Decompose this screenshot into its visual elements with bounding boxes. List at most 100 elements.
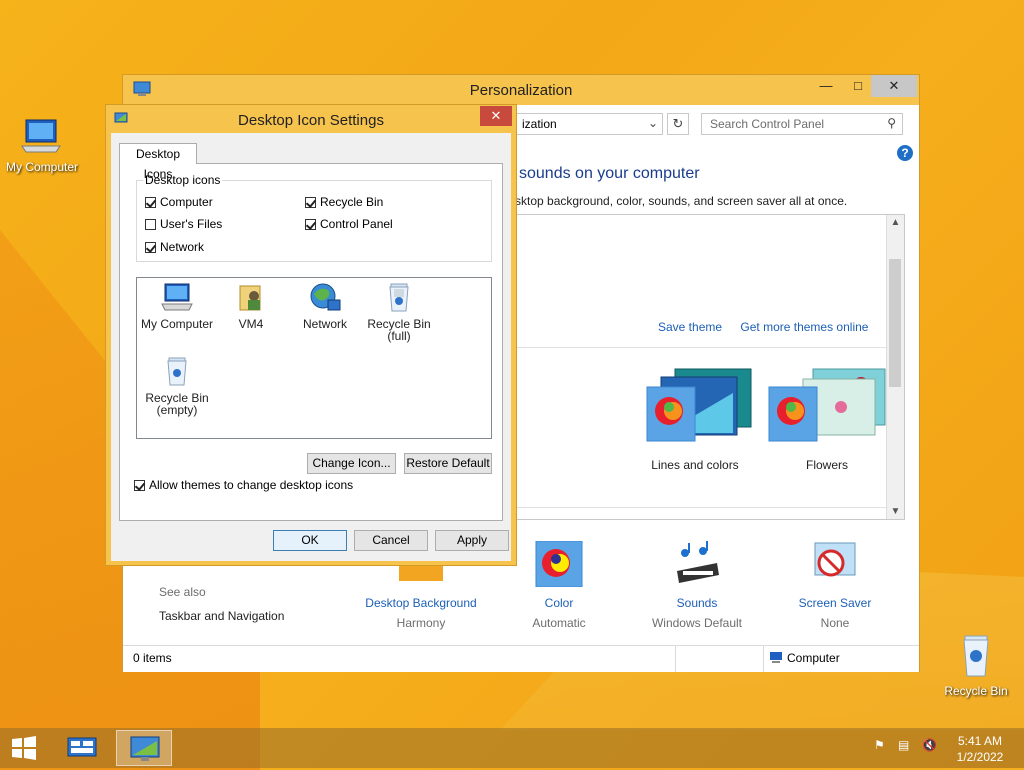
desktop-icon-label: My Computer	[5, 160, 79, 174]
ok-button[interactable]: OK	[273, 530, 347, 551]
sounds-icon	[677, 541, 719, 583]
theme-flowers[interactable]: Flowers	[762, 363, 892, 472]
divider	[763, 646, 764, 672]
close-button[interactable]: ✕	[871, 75, 917, 97]
sounds-item[interactable]: Sounds Windows Default	[637, 541, 757, 630]
list-item-label: My Computer	[140, 317, 214, 331]
clock[interactable]: 5:41 AM 1/2/2022	[952, 733, 1008, 765]
scroll-down-icon[interactable]: ▼	[887, 506, 904, 517]
icon-list: My Computer VM4 Network Recycle Bin (ful…	[136, 277, 492, 439]
user-folder-icon	[239, 285, 261, 311]
desktop-icons-group: Desktop icons Computer Recycle Bin User'…	[136, 173, 492, 262]
checkbox-network[interactable]: Network	[145, 240, 204, 254]
computer-icon	[161, 283, 193, 311]
desktop-icon-my-computer[interactable]: My Computer	[0, 116, 84, 174]
recycle-bin-full-icon	[389, 283, 409, 312]
refresh-button[interactable]: ↻	[667, 113, 689, 135]
list-item[interactable]: Recycle Bin (full)	[361, 282, 437, 342]
list-item[interactable]: Recycle Bin (empty)	[139, 356, 215, 416]
address-text: ization	[522, 117, 557, 131]
window-title: Personalization	[469, 82, 573, 99]
windows-start-icon[interactable]	[10, 736, 38, 760]
search-icon[interactable]: ⚲	[887, 116, 896, 130]
tab-panel: Desktop icons Computer Recycle Bin User'…	[119, 163, 503, 521]
get-more-themes-link[interactable]: Get more themes online	[740, 320, 868, 334]
list-item-sublabel: (full)	[387, 329, 411, 343]
checkbox-label: Network	[160, 240, 205, 254]
cancel-button[interactable]: Cancel	[354, 530, 428, 551]
desktop-background-value: Harmony	[396, 616, 446, 630]
checkbox-computer[interactable]: Computer	[145, 195, 213, 209]
theme-label: Flowers	[805, 458, 848, 472]
tab-desktop-icons[interactable]: Desktop Icons	[119, 143, 197, 181]
change-icon-button[interactable]: Change Icon...	[307, 453, 396, 474]
scrollbar[interactable]: ▲ ▼	[886, 215, 904, 519]
scroll-thumb[interactable]	[889, 259, 901, 387]
scroll-up-icon[interactable]: ▲	[887, 217, 904, 228]
screen-saver-label: Screen Saver	[798, 596, 872, 610]
checkbox[interactable]	[145, 196, 156, 208]
list-item-sublabel: (empty)	[156, 403, 198, 417]
theme-label: Lines and colors	[651, 458, 739, 472]
screen-saver-icon	[814, 542, 856, 577]
theme-preview	[646, 368, 752, 442]
taskbar-control-panel-button[interactable]	[54, 730, 110, 766]
search-placeholder: Search Control Panel	[710, 117, 825, 131]
dialog-body: Desktop Icons Desktop icons Computer Rec…	[111, 133, 511, 561]
network-icon[interactable]: ▤	[898, 738, 909, 752]
list-item[interactable]: VM4	[213, 282, 289, 330]
clock-time: 5:41 AM	[957, 734, 1003, 748]
theme-lines-and-colors[interactable]: Lines and colors	[630, 363, 760, 472]
address-bar[interactable]: ization ⌄	[515, 113, 663, 135]
chevron-down-icon[interactable]: ⌄	[648, 116, 658, 130]
minimize-button[interactable]: —	[810, 75, 842, 97]
recycle-bin-empty-icon	[167, 357, 187, 386]
desktop-background-label: Desktop Background	[365, 596, 477, 610]
help-icon[interactable]: ?	[897, 145, 913, 161]
checkbox-label: User's Files	[160, 217, 223, 231]
divider	[675, 646, 676, 672]
personalization-icon	[130, 736, 160, 761]
checkbox[interactable]	[134, 479, 145, 491]
color-icon	[535, 540, 583, 588]
screen-saver-item[interactable]: Screen Saver None	[775, 541, 895, 630]
volume-muted-icon[interactable]: 🔇	[922, 738, 937, 752]
checkbox[interactable]	[145, 218, 156, 230]
list-item[interactable]: My Computer	[139, 282, 215, 330]
desktop-icon-recycle-bin[interactable]: Recycle Bin	[934, 632, 1018, 698]
checkbox[interactable]	[305, 218, 316, 230]
color-label: Color	[544, 596, 574, 610]
apply-button[interactable]: Apply	[435, 530, 509, 551]
checkbox-control-panel[interactable]: Control Panel	[305, 217, 393, 231]
list-item[interactable]: Network	[287, 282, 363, 330]
checkbox-allow-themes[interactable]: Allow themes to change desktop icons	[134, 478, 353, 492]
maximize-button[interactable]: □	[842, 75, 874, 97]
dialog-title: Desktop Icon Settings	[238, 112, 384, 129]
checkbox-users-files[interactable]: User's Files	[145, 217, 222, 231]
checkbox-label: Allow themes to change desktop icons	[149, 478, 354, 492]
color-value: Automatic	[532, 616, 586, 630]
sounds-value: Windows Default	[651, 616, 743, 630]
color-item[interactable]: Color Automatic	[499, 540, 619, 630]
list-item-label: VM4	[238, 317, 264, 331]
restore-default-button[interactable]: Restore Default	[404, 453, 492, 474]
control-panel-icon	[67, 737, 97, 757]
search-input[interactable]: Search Control Panel ⚲	[701, 113, 903, 135]
flag-icon[interactable]: ⚑	[874, 738, 885, 752]
theme-preview	[768, 368, 886, 442]
computer-icon	[21, 119, 61, 153]
checkbox-recycle-bin[interactable]: Recycle Bin	[305, 195, 383, 209]
checkbox-label: Recycle Bin	[320, 195, 384, 209]
network-icon	[310, 283, 341, 311]
themes-panel: Save theme Get more themes online Lines …	[509, 214, 905, 520]
computer-icon	[770, 652, 782, 663]
save-theme-link[interactable]: Save theme	[658, 320, 722, 334]
page-subheading: sktop background, color, sounds, and scr…	[515, 194, 848, 208]
taskbar-personalization-button[interactable]	[116, 730, 172, 766]
checkbox[interactable]	[305, 196, 316, 208]
divider	[510, 507, 888, 508]
checkbox[interactable]	[145, 241, 156, 253]
close-button[interactable]: ✕	[480, 106, 512, 126]
status-bar: 0 items Computer	[123, 645, 919, 672]
desktop-icon-settings-dialog: Desktop Icon Settings ✕ Desktop Icons De…	[105, 104, 517, 566]
